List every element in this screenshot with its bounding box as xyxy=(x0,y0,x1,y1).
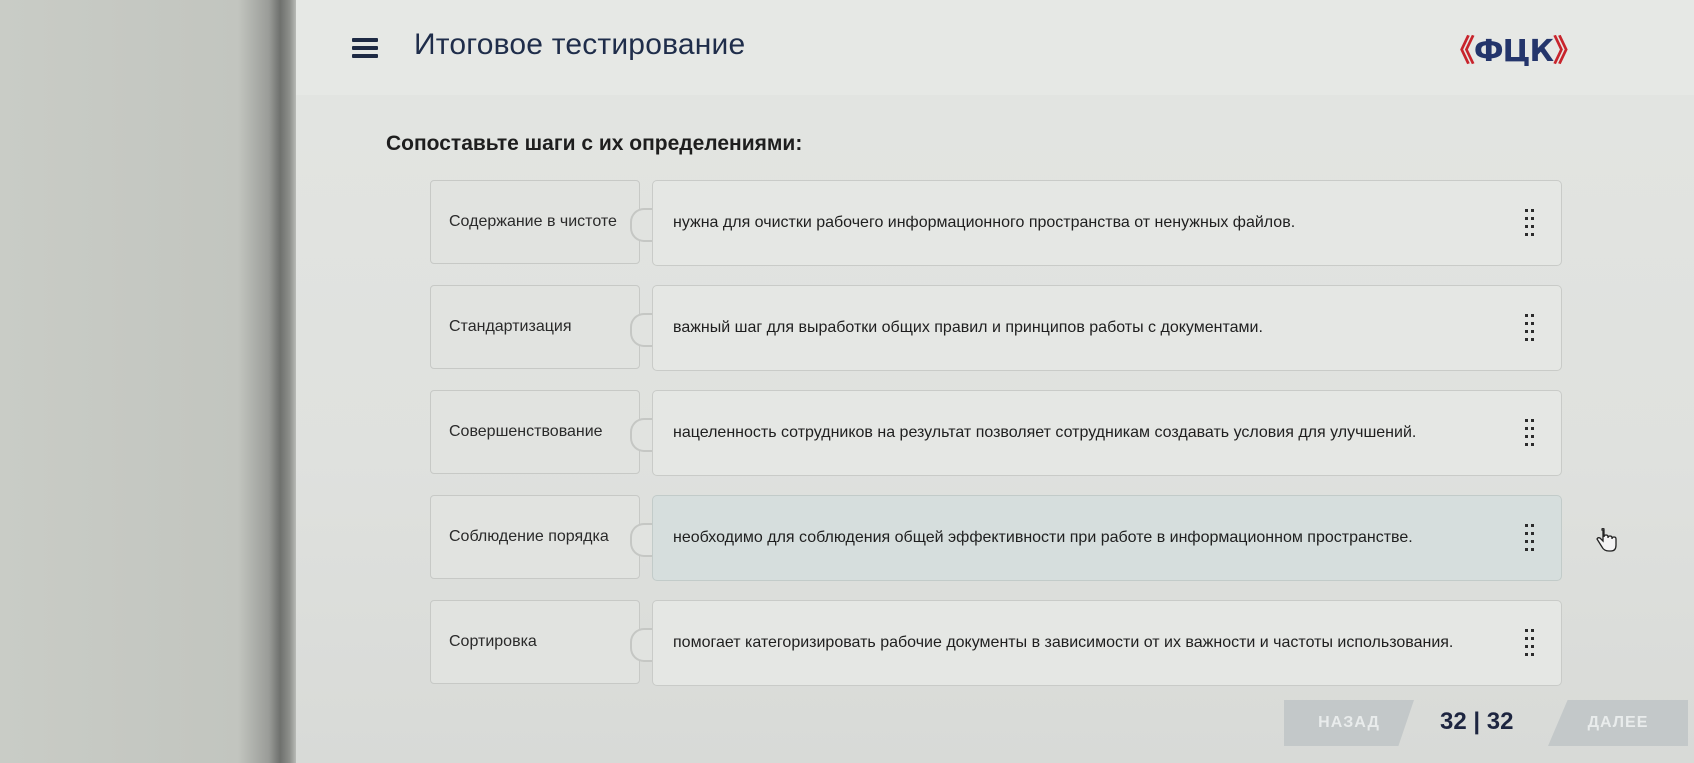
match-row: Совершенствование нацеленность сотрудник… xyxy=(430,390,1572,478)
definition-card[interactable]: важный шаг для выработки общих правил и … xyxy=(652,285,1562,371)
match-row: Содержание в чистоте нужна для очистки р… xyxy=(430,180,1572,268)
match-row: Соблюдение порядка необходимо для соблюд… xyxy=(430,495,1572,583)
monitor-bezel xyxy=(280,0,296,763)
match-row: Стандартизация важный шаг для выработки … xyxy=(430,285,1572,373)
page-title: Итоговое тестирование xyxy=(414,28,746,61)
logo-text: ФЦК xyxy=(1473,34,1554,69)
definition-text: необходимо для соблюдения общей эффектив… xyxy=(673,529,1413,546)
term-label: Сортировка xyxy=(449,632,537,650)
term-label: Стандартизация xyxy=(449,317,572,335)
hand-cursor-icon xyxy=(1596,528,1617,552)
term-card: Сортировка xyxy=(430,600,640,684)
navigation-bar: НАЗАД 32 | 32 ДАЛЕЕ xyxy=(296,690,1694,750)
drag-handle-icon[interactable] xyxy=(1525,209,1535,237)
current-page: 32 xyxy=(1440,708,1467,735)
brand-logo: 《ФЦК》 xyxy=(1444,26,1583,70)
definition-text: важный шаг для выработки общих правил и … xyxy=(673,319,1263,336)
background-left xyxy=(0,0,280,763)
term-card: Стандартизация xyxy=(430,285,640,369)
term-label: Совершенствование xyxy=(449,422,603,440)
back-button[interactable]: НАЗАД xyxy=(1284,700,1414,746)
definition-text: нужна для очистки рабочего информационно… xyxy=(673,214,1296,231)
drag-handle-icon[interactable] xyxy=(1525,419,1535,447)
drag-handle-icon[interactable] xyxy=(1525,524,1535,552)
total-pages: 32 xyxy=(1486,708,1514,735)
definition-card[interactable]: нужна для очистки рабочего информационно… xyxy=(652,180,1562,266)
app-screen: Итоговое тестирование 《ФЦК》 Сопоставьте … xyxy=(296,0,1694,763)
definition-card[interactable]: нацеленность сотрудников на результат по… xyxy=(652,390,1562,476)
definition-text: нацеленность сотрудников на результат по… xyxy=(673,424,1417,441)
hamburger-menu-icon[interactable] xyxy=(352,38,378,58)
next-button[interactable]: ДАЛЕЕ xyxy=(1548,700,1688,746)
match-row: Сортировка помогает категоризировать раб… xyxy=(430,600,1572,688)
page-separator: | xyxy=(1473,708,1481,735)
logo-left-bracket: 《 xyxy=(1444,34,1475,69)
app-header: Итоговое тестирование 《ФЦК》 xyxy=(296,0,1694,95)
question-text: Сопоставьте шаги с их определениями: xyxy=(386,132,803,155)
definition-card[interactable]: помогает категоризировать рабочие докуме… xyxy=(652,600,1562,686)
logo-right-bracket: 》 xyxy=(1553,34,1583,69)
definition-card[interactable]: необходимо для соблюдения общей эффектив… xyxy=(652,495,1562,581)
term-card: Содержание в чистоте xyxy=(430,180,640,264)
definition-text: помогает категоризировать рабочие докуме… xyxy=(673,634,1454,651)
page-counter: 32 | 32 xyxy=(1440,708,1513,736)
drag-handle-icon[interactable] xyxy=(1525,629,1535,657)
term-card: Совершенствование xyxy=(430,390,640,474)
term-label: Соблюдение порядка xyxy=(449,527,609,545)
term-card: Соблюдение порядка xyxy=(430,495,640,579)
term-label: Содержание в чистоте xyxy=(449,212,617,230)
drag-handle-icon[interactable] xyxy=(1525,314,1535,342)
